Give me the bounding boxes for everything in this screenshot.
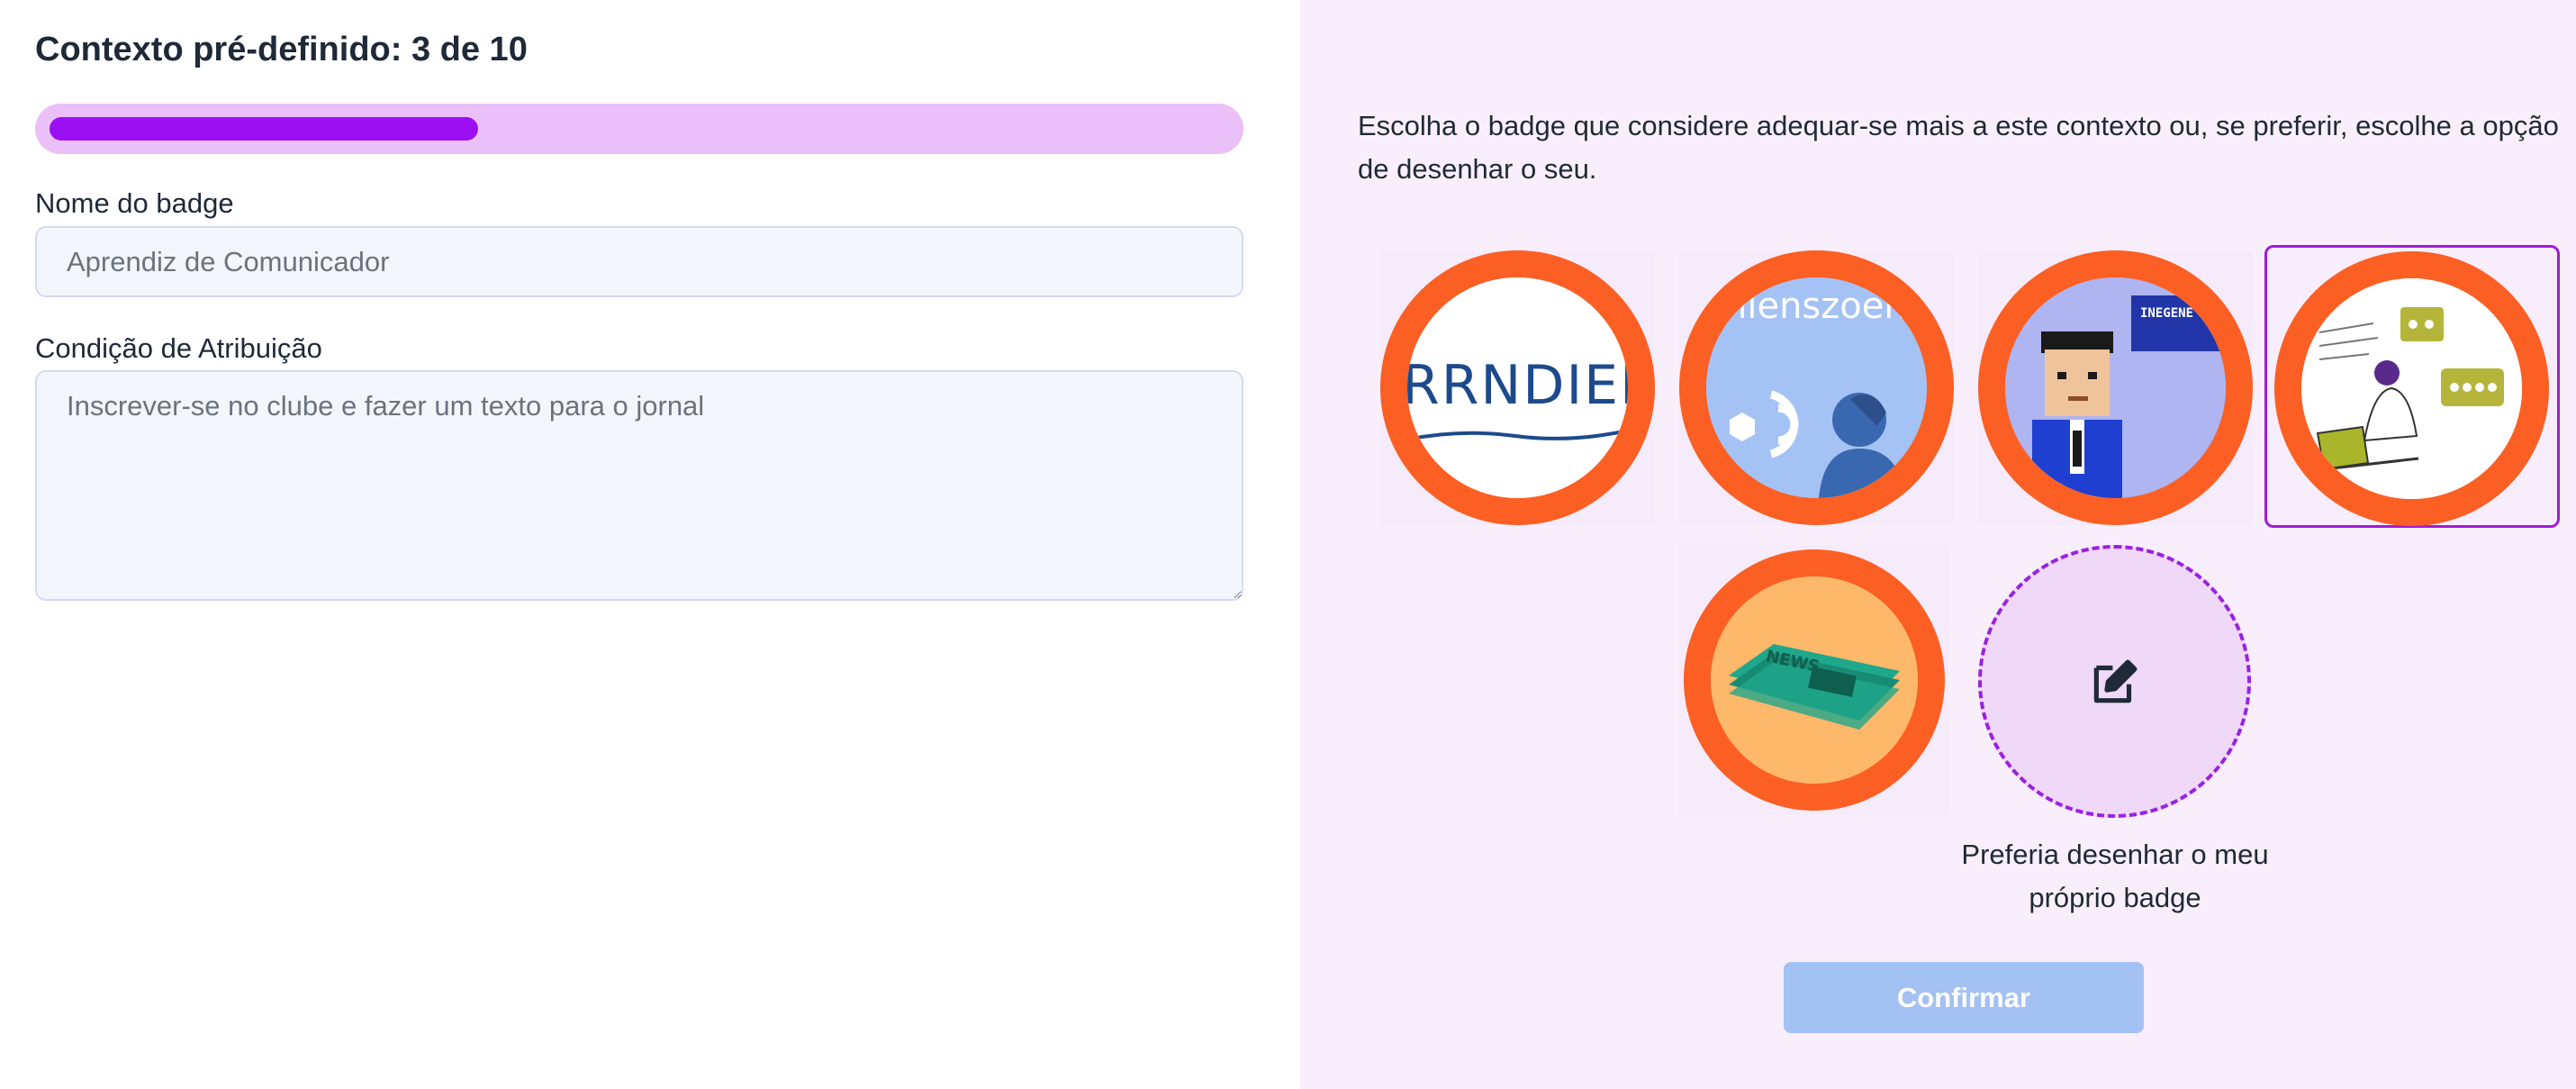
badge-4-image bbox=[2301, 278, 2522, 499]
badge-option-2[interactable]: nlenszoen bbox=[1679, 250, 1954, 525]
badge-name-label: Nome do badge bbox=[35, 187, 234, 219]
condition-textarea[interactable] bbox=[35, 370, 1243, 601]
badge-3-text: INEGENE -LPENCE bbox=[2140, 306, 2226, 321]
condition-label: Condição de Atribuição bbox=[35, 332, 322, 364]
progress-fill bbox=[50, 117, 478, 141]
right-panel: Escolha o badge que considere adequar-se… bbox=[1300, 0, 2576, 1089]
badge-2-ring: nlenszoen bbox=[1679, 250, 1954, 525]
badge-option-3[interactable]: INEGENE -LPENCE bbox=[1978, 250, 2253, 525]
context-title: Contexto pré-definido: 3 de 10 bbox=[35, 31, 528, 68]
badge-instructions: Escolha o badge que considere adequar-se… bbox=[1358, 110, 2559, 185]
badge-1-ring: RRNDIER bbox=[1380, 250, 1655, 525]
badge-5-ring: NEWS bbox=[1684, 549, 1945, 811]
draw-own-badge-label: Preferia desenhar o meu próprio badge bbox=[1961, 839, 2269, 913]
badge-option-4[interactable] bbox=[2264, 245, 2560, 528]
badge-option-1[interactable]: RRNDIER bbox=[1380, 250, 1655, 525]
badge-2-text: nlenszoen bbox=[1724, 286, 1907, 327]
draw-own-badge-option[interactable] bbox=[1978, 545, 2253, 820]
left-panel: Contexto pré-definido: 3 de 10 Nome do b… bbox=[0, 0, 1300, 1089]
badge-1-image: RRNDIER bbox=[1407, 277, 1628, 498]
badge-2-image: nlenszoen bbox=[1706, 277, 1927, 498]
badge-1-text: RRNDIER bbox=[1407, 354, 1628, 417]
badge-3-ring: INEGENE -LPENCE bbox=[1978, 250, 2253, 525]
progress-bar bbox=[35, 104, 1243, 154]
badge-name-input[interactable] bbox=[35, 226, 1243, 297]
confirm-button[interactable]: Confirmar bbox=[1784, 962, 2144, 1033]
badge-3-image: INEGENE -LPENCE bbox=[2005, 277, 2226, 498]
badge-4-ring bbox=[2274, 251, 2549, 526]
edit-pencil-icon bbox=[2093, 659, 2138, 703]
badge-5-image: NEWS bbox=[1711, 576, 1918, 784]
badge-option-5[interactable]: NEWS bbox=[1679, 545, 1949, 815]
